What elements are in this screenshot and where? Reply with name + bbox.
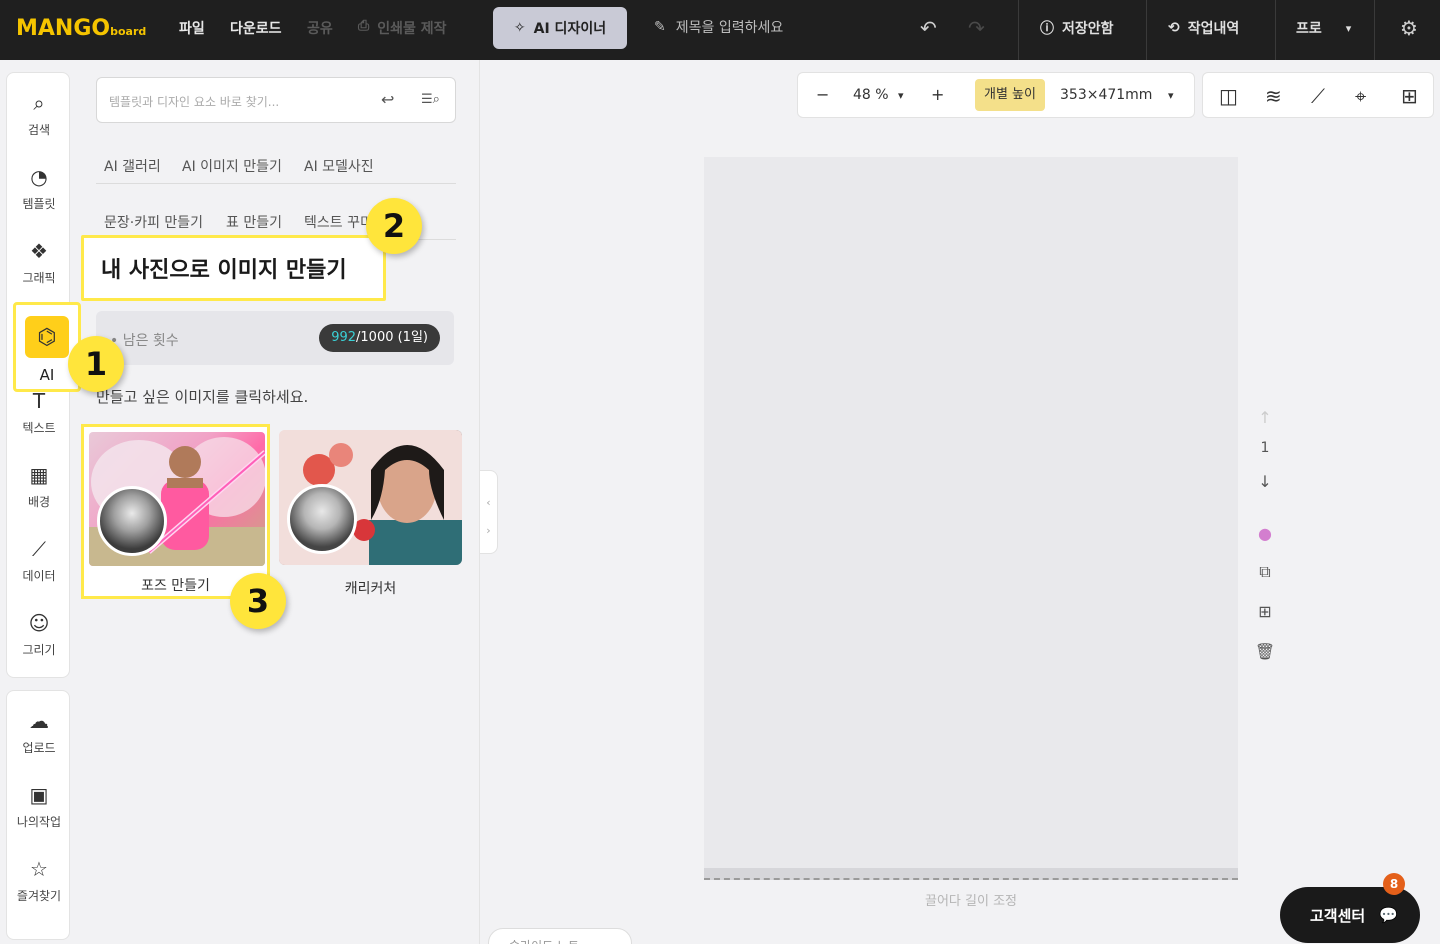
- instruction-text: 만들고 싶은 이미지를 클릭하세요.: [96, 388, 309, 406]
- remaining-count-pill: 992/1000 (1일): [319, 324, 440, 352]
- tab-text-deco[interactable]: 텍스트 꾸미: [304, 212, 373, 232]
- rail-item-upload[interactable]: ☁ 업로드: [7, 709, 71, 756]
- folder-icon: ▣: [29, 783, 49, 807]
- caricature-card[interactable]: [279, 430, 462, 565]
- star-icon: ☆: [30, 857, 48, 881]
- tab-ai-image[interactable]: AI 이미지 만들기: [182, 156, 282, 176]
- chevron-down-icon[interactable]: ▾: [1168, 89, 1174, 102]
- color-palette-icon[interactable]: ●: [1250, 524, 1280, 543]
- customer-center-button[interactable]: 고객센터 💬: [1280, 887, 1420, 943]
- menu-download[interactable]: 다운로드: [230, 18, 282, 38]
- mango-logo[interactable]: MANGOboard: [16, 16, 146, 41]
- gear-icon[interactable]: ⚙: [1400, 16, 1418, 40]
- tab-row-1: AI 갤러리 AI 이미지 만들기 AI 모델사진: [96, 144, 456, 184]
- focus-icon[interactable]: ⌖: [1355, 84, 1366, 108]
- plan-dropdown[interactable]: 프로 ▾: [1296, 18, 1351, 38]
- ai-designer-button[interactable]: ✧ AI 디자이너: [493, 7, 627, 49]
- rail-item-template[interactable]: ◔ 템플릿: [7, 165, 71, 212]
- alert-icon: ⓘ: [1040, 21, 1054, 37]
- chevron-down-icon: ▾: [1345, 21, 1352, 35]
- step-badge-2: 2: [366, 198, 422, 254]
- chat-icon: 💬: [1379, 906, 1398, 924]
- enter-icon[interactable]: ↩: [381, 90, 394, 109]
- rail-item-favorites[interactable]: ☆ 즐겨찾기: [7, 857, 71, 904]
- magic-wand-icon: ✧: [513, 20, 526, 36]
- search-icon: ⌕: [33, 91, 45, 115]
- slide-notes-button[interactable]: 슬라이드 노트: [488, 928, 632, 944]
- title-input[interactable]: ✎ 제목을 입력하세요: [654, 17, 783, 37]
- zoom-out-icon[interactable]: −: [816, 85, 829, 104]
- template-icon: ◔: [30, 165, 48, 189]
- background-icon: ▦: [29, 463, 49, 487]
- draw-icon: ☺: [28, 611, 50, 635]
- menu-file[interactable]: 파일: [179, 18, 205, 38]
- step-badge-3: 3: [230, 573, 286, 629]
- tab-ai-model[interactable]: AI 모델사진: [304, 156, 374, 176]
- individual-height-button[interactable]: 개별 높이: [975, 79, 1045, 111]
- rail-item-text[interactable]: T 텍스트: [7, 389, 71, 436]
- canvas-page[interactable]: [704, 157, 1238, 869]
- source-photo-avatar: [287, 484, 357, 554]
- rail-item-draw[interactable]: ☺ 그리기: [7, 611, 71, 658]
- edit-icon: ✎: [654, 19, 666, 35]
- filter-search-icon[interactable]: ☰⌕: [421, 92, 440, 107]
- left-rail-bottom: ☁ 업로드 ▣ 나의작업 ☆ 즐겨찾기: [6, 690, 70, 940]
- chevron-down-icon[interactable]: ▾: [898, 89, 904, 102]
- tab-copywriting[interactable]: 문장·카피 만들기: [104, 212, 203, 232]
- canvas-toolbox: ◫ ≋ ⟋ ⌖ ⊞: [1202, 72, 1434, 118]
- zoom-level[interactable]: 48 %: [853, 87, 889, 103]
- grid-icon[interactable]: ⊞: [1401, 84, 1418, 108]
- panel-collapse-handle[interactable]: ‹ ›: [480, 470, 498, 554]
- layers-icon[interactable]: ≋: [1265, 84, 1282, 108]
- source-photo-avatar: [97, 486, 167, 556]
- upload-icon: ☁: [29, 709, 49, 733]
- divider: [1275, 0, 1276, 60]
- save-status-button[interactable]: ⓘ 저장안함: [1040, 18, 1114, 38]
- menu-share[interactable]: 공유: [307, 18, 333, 38]
- undo-icon[interactable]: ↶: [920, 16, 937, 40]
- divider: [1374, 0, 1375, 60]
- tab-table[interactable]: 표 만들기: [226, 212, 282, 232]
- sticker-icon[interactable]: ◫: [1219, 84, 1238, 108]
- ruler-icon[interactable]: ⟋: [1311, 84, 1325, 108]
- step-badge-1: 1: [68, 336, 124, 392]
- divider: [1146, 0, 1147, 60]
- rail-item-graphic[interactable]: ❖ 그래픽: [7, 239, 71, 286]
- resize-handle[interactable]: [704, 868, 1238, 880]
- arrow-up-icon[interactable]: ↑: [1250, 408, 1280, 427]
- rail-item-data[interactable]: ⟋ 데이터: [7, 537, 71, 584]
- chart-icon: ⟋: [32, 537, 46, 561]
- search-input[interactable]: 템플릿과 디자인 요소 바로 찾기... ↩ ☰⌕: [96, 77, 456, 123]
- menu-print[interactable]: ⎙ 인쇄물 제작: [358, 18, 446, 38]
- pose-card[interactable]: 포즈 만들기: [81, 424, 270, 599]
- drag-resize-hint: 끌어다 길이 조정: [925, 894, 1017, 909]
- rail-item-search[interactable]: ⌕ 검색: [7, 91, 71, 138]
- printer-icon: ⎙: [358, 18, 370, 34]
- history-button[interactable]: ⟲ 작업내역: [1168, 18, 1239, 38]
- top-bar: MANGOboard 파일 다운로드 공유 ⎙ 인쇄물 제작 ✧ AI 디자이너…: [0, 0, 1440, 60]
- graphic-icon: ❖: [30, 239, 48, 263]
- tab-my-photo-image[interactable]: 내 사진으로 이미지 만들기: [81, 235, 386, 301]
- copy-icon[interactable]: ⧉: [1250, 562, 1280, 582]
- redo-icon[interactable]: ↷: [968, 16, 985, 40]
- notification-badge: 8: [1383, 873, 1405, 895]
- add-page-icon[interactable]: ⊞: [1250, 602, 1280, 621]
- divider: [1018, 0, 1019, 60]
- ai-chip-icon: ⌬: [25, 316, 69, 358]
- chevron-right-icon: ›: [486, 524, 491, 537]
- trash-icon[interactable]: 🗑: [1250, 642, 1280, 661]
- rail-item-my-work[interactable]: ▣ 나의작업: [7, 783, 71, 830]
- remaining-count-bar: • 남은 횟수 992/1000 (1일): [96, 311, 454, 365]
- chevron-left-icon: ‹: [486, 496, 491, 509]
- pose-preview-image: [89, 432, 265, 566]
- zoom-in-icon[interactable]: +: [931, 85, 944, 104]
- page-size[interactable]: 353×471mm: [1060, 87, 1152, 103]
- rail-item-background[interactable]: ▦ 배경: [7, 463, 71, 510]
- rail-item-ai[interactable]: ⌬ AI: [13, 302, 81, 392]
- arrow-down-icon[interactable]: ↓: [1250, 472, 1280, 491]
- tab-ai-gallery[interactable]: AI 갤러리: [104, 156, 161, 176]
- text-icon: T: [32, 389, 46, 413]
- history-icon: ⟲: [1168, 20, 1180, 36]
- page-number: 1: [1260, 440, 1270, 456]
